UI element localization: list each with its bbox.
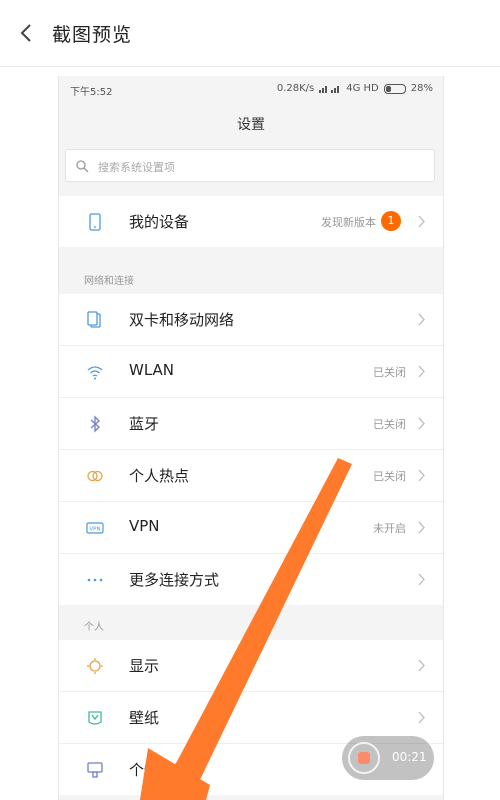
chevron-right-icon [418, 573, 425, 586]
my-device-label: 我的设备 [129, 213, 190, 231]
recording-timer: 00:21 [392, 750, 427, 764]
my-device-value: 发现新版本 [321, 216, 376, 229]
chevron-right-icon [418, 659, 425, 672]
vpn-value: 未开启 [373, 522, 406, 535]
vpn-label: VPN [129, 517, 160, 535]
network-speed: 0.28K/s [276, 83, 315, 94]
battery-level: 28% [410, 83, 433, 94]
settings-title: 设置 [237, 117, 265, 133]
wallpaper-label: 壁纸 [129, 709, 160, 727]
bluetooth-icon [90, 415, 100, 433]
bluetooth-value: 已关闭 [373, 418, 406, 431]
display-label: 显示 [129, 657, 160, 675]
chevron-left-icon[interactable] [14, 20, 40, 46]
wlan-row[interactable]: WLAN 已关闭 [59, 346, 443, 398]
phone-device-icon [89, 213, 101, 231]
wifi-icon [87, 366, 103, 380]
signal-icon [319, 86, 340, 93]
vpn-icon: VPN [86, 522, 104, 534]
screen-recording-control[interactable]: 00:21 [342, 736, 434, 780]
chevron-right-icon [418, 521, 425, 534]
bluetooth-row[interactable]: 蓝牙 已关闭 [59, 398, 443, 450]
display-row[interactable]: 显示 [59, 640, 443, 692]
network-group: 双卡和移动网络 WLAN 已关闭 蓝牙 已关闭 个人热点 已关闭 VPN VPN… [59, 294, 443, 605]
section-header-label: 网络和连接 [84, 276, 134, 287]
svg-text:VPN: VPN [89, 527, 100, 533]
update-badge: 1 [381, 211, 401, 231]
sim-label: 双卡和移动网络 [129, 311, 235, 329]
top-bar: 截图预览 [0, 0, 500, 67]
wallpaper-icon [88, 711, 102, 725]
hotspot-value: 已关闭 [373, 470, 406, 483]
theme-label: 个性主题 [129, 761, 190, 779]
chevron-right-icon [418, 215, 425, 228]
hotspot-label: 个人热点 [129, 467, 190, 485]
hotspot-icon [87, 470, 103, 482]
status-time: 下午5:52 [70, 87, 113, 98]
search-input[interactable]: 搜索系统设置项 [65, 149, 435, 182]
more-dots-icon [87, 578, 103, 582]
network-type: 4G HD [346, 83, 379, 94]
chevron-right-icon [418, 313, 425, 326]
sim-row[interactable]: 双卡和移动网络 [59, 294, 443, 346]
wlan-value: 已关闭 [373, 366, 406, 379]
theme-icon [87, 762, 103, 778]
more-connections-row[interactable]: 更多连接方式 [59, 554, 443, 605]
status-right: 0.28K/s 4G HD 28% [277, 83, 433, 94]
hotspot-row[interactable]: 个人热点 已关闭 [59, 450, 443, 502]
stop-recording-icon[interactable] [348, 742, 380, 774]
device-group: 我的设备 发现新版本 1 [59, 196, 443, 247]
my-device-row[interactable]: 我的设备 发现新版本 1 [59, 196, 443, 247]
section-header-personal: 个人 [59, 608, 443, 640]
wlan-label: WLAN [129, 361, 175, 379]
phone-screenshot: 下午5:52 0.28K/s 4G HD 28% 设置 搜索系统设置项 我的设备… [58, 76, 444, 800]
section-header-label: 个人 [84, 622, 104, 633]
search-icon [76, 160, 89, 173]
search-placeholder: 搜索系统设置项 [98, 161, 175, 174]
battery-icon [383, 83, 406, 94]
sim-icon [87, 311, 101, 328]
chevron-right-icon [418, 365, 425, 378]
status-bar: 下午5:52 0.28K/s 4G HD 28% [59, 76, 443, 102]
more-connections-label: 更多连接方式 [129, 571, 220, 589]
chevron-right-icon [418, 711, 425, 724]
section-header-network: 网络和连接 [59, 262, 443, 294]
vpn-row[interactable]: VPN VPN 未开启 [59, 502, 443, 554]
page-title: 截图预览 [52, 24, 133, 46]
bluetooth-label: 蓝牙 [129, 415, 160, 433]
display-icon [87, 658, 103, 674]
chevron-right-icon [418, 417, 425, 430]
chevron-right-icon [418, 469, 425, 482]
